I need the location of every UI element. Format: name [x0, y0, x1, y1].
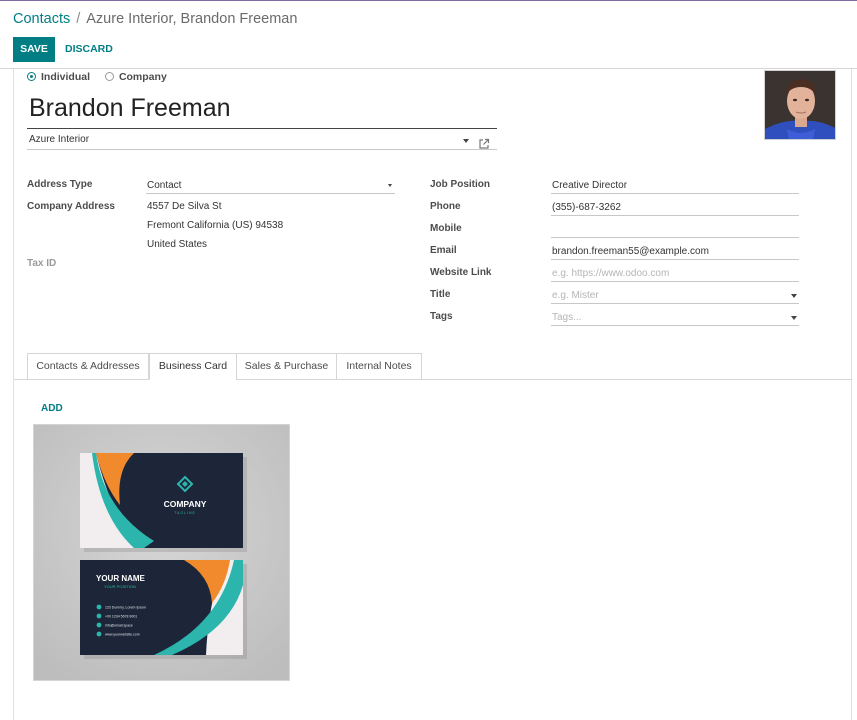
tax-id-label: Tax ID [27, 258, 57, 269]
card-back-line-1: 123 Dummy, Lorem Ipsum [105, 606, 146, 610]
address-country[interactable]: United States [147, 239, 207, 250]
card-front-tagline: TAGLINE [174, 511, 196, 515]
job-position-label: Job Position [430, 179, 490, 190]
tags-select[interactable]: Tags... [551, 311, 799, 326]
radio-individual-label: Individual [41, 71, 91, 83]
add-business-card-button[interactable]: ADD [41, 403, 63, 414]
avatar[interactable] [764, 70, 836, 140]
parent-company-value: Azure Interior [29, 134, 90, 145]
radio-company[interactable]: Company [104, 71, 167, 83]
card-back-line-3: info@email.space [105, 624, 133, 628]
address-type-value: Contact [147, 180, 182, 191]
card-back-position: YOUR POSITION [104, 584, 136, 589]
address-type-label: Address Type [27, 179, 93, 190]
discard-button[interactable]: DISCARD [65, 37, 113, 62]
website-label: Website Link [430, 267, 492, 278]
tags-label: Tags [430, 311, 453, 322]
card-front-company: COMPANY [164, 499, 207, 509]
mobile-input[interactable] [551, 223, 799, 238]
save-button[interactable]: SAVE [13, 37, 55, 62]
address-city-line[interactable]: Fremont California (US) 94538 [147, 220, 283, 231]
card-back-name: YOUR NAME [96, 574, 146, 583]
tab-sales-purchase[interactable]: Sales & Purchase [236, 353, 337, 380]
job-position-input[interactable]: Creative Director [551, 179, 799, 194]
card-back-line-4: www.yourwebsite.com [105, 633, 140, 637]
phone-label: Phone [430, 201, 461, 212]
radio-company-label: Company [118, 71, 167, 83]
parent-company-select[interactable]: Azure Interior [27, 133, 497, 150]
radio-checked-icon[interactable] [27, 72, 36, 81]
address-type-select[interactable]: Contact [146, 179, 395, 194]
contact-name-input[interactable]: Brandon Freeman [27, 92, 497, 129]
tab-internal-notes[interactable]: Internal Notes [336, 353, 422, 380]
phone-input[interactable]: (355)-687-3262 [551, 201, 799, 216]
title-placeholder: e.g. Mister [552, 290, 599, 301]
external-link-icon[interactable] [478, 138, 490, 150]
control-panel: Contacts / Azure Interior, Brandon Freeman… [0, 1, 857, 69]
breadcrumb-current: Azure Interior, Brandon Freeman [86, 11, 298, 27]
company-address-label: Company Address [27, 201, 115, 212]
tab-contacts-addresses[interactable]: Contacts & Addresses [27, 353, 149, 380]
card-back-line-2: +00 1234 5678 9001 [105, 615, 137, 619]
email-input[interactable]: brandon.freeman55@example.com [551, 245, 799, 260]
breadcrumb-contacts-link[interactable]: Contacts [13, 11, 70, 27]
chevron-down-icon[interactable] [791, 294, 797, 298]
breadcrumb-separator: / [76, 11, 81, 27]
website-input[interactable]: e.g. https://www.odoo.com [551, 267, 799, 282]
email-label: Email [430, 245, 457, 256]
mobile-label: Mobile [430, 223, 462, 234]
company-type-selector: Individual Company [27, 71, 179, 83]
title-select[interactable]: e.g. Mister [551, 289, 799, 304]
radio-individual[interactable]: Individual [27, 71, 90, 83]
radio-unchecked-icon[interactable] [104, 72, 114, 81]
chevron-down-icon[interactable] [388, 184, 392, 187]
tags-placeholder: Tags... [552, 312, 582, 323]
chevron-down-icon[interactable] [791, 316, 797, 320]
breadcrumb: Contacts / Azure Interior, Brandon Freeman [13, 11, 297, 27]
title-label: Title [430, 289, 451, 300]
tab-business-card[interactable]: Business Card [149, 353, 237, 380]
chevron-down-icon[interactable] [463, 139, 469, 143]
address-street[interactable]: 4557 De Silva St [147, 201, 222, 212]
business-card-image[interactable]: COMPANY TAGLINE YOUR NAME YOUR POSITION … [33, 424, 290, 681]
